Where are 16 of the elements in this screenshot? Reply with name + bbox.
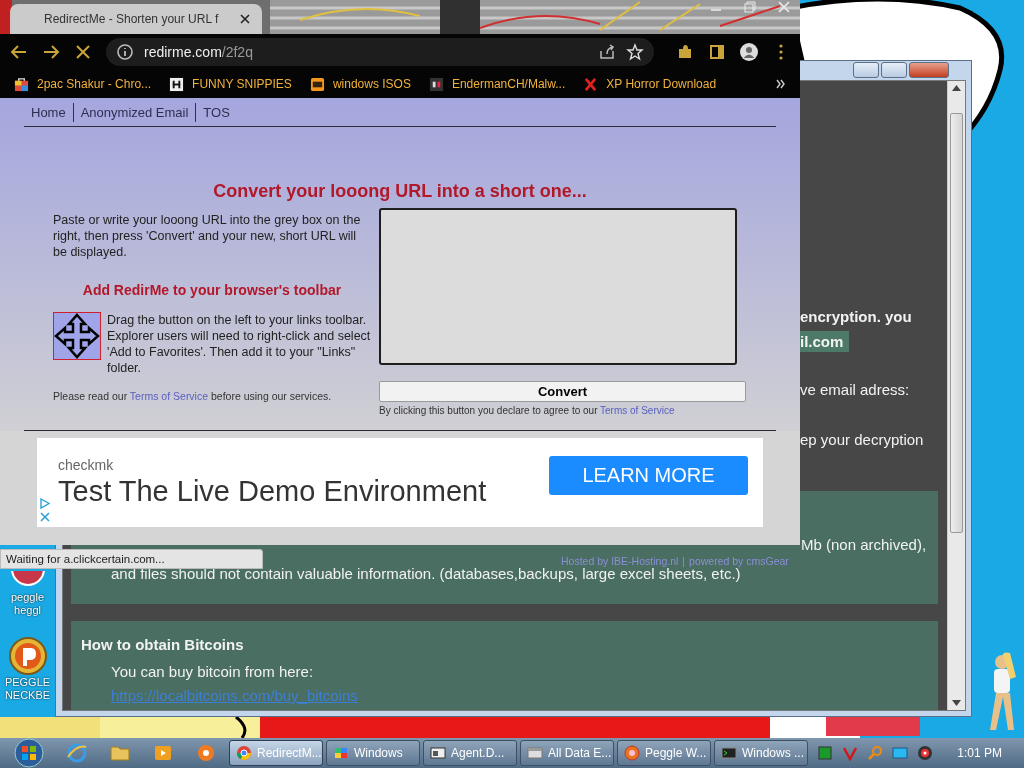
clock: 1:01 PM xyxy=(957,746,1002,760)
window-icon xyxy=(430,745,446,761)
browser-icon xyxy=(236,745,252,761)
monitor-icon[interactable] xyxy=(892,745,908,761)
taskbar-button[interactable]: Agent.D... xyxy=(423,740,517,766)
start-button[interactable] xyxy=(12,738,46,768)
app-icon[interactable] xyxy=(195,742,217,764)
taskbar-button[interactable]: Peggle W... xyxy=(617,740,711,766)
internet-explorer-icon[interactable] xyxy=(66,742,88,764)
speaker-icon[interactable] xyxy=(917,745,933,761)
window-icon xyxy=(527,745,543,761)
window-icon xyxy=(333,745,349,761)
taskbar-button[interactable]: All Data E... xyxy=(520,740,614,766)
taskbar-button[interactable]: Windows xyxy=(326,740,420,766)
taskbar-button[interactable]: Windows ... xyxy=(714,740,808,766)
terminal-icon xyxy=(721,745,737,761)
